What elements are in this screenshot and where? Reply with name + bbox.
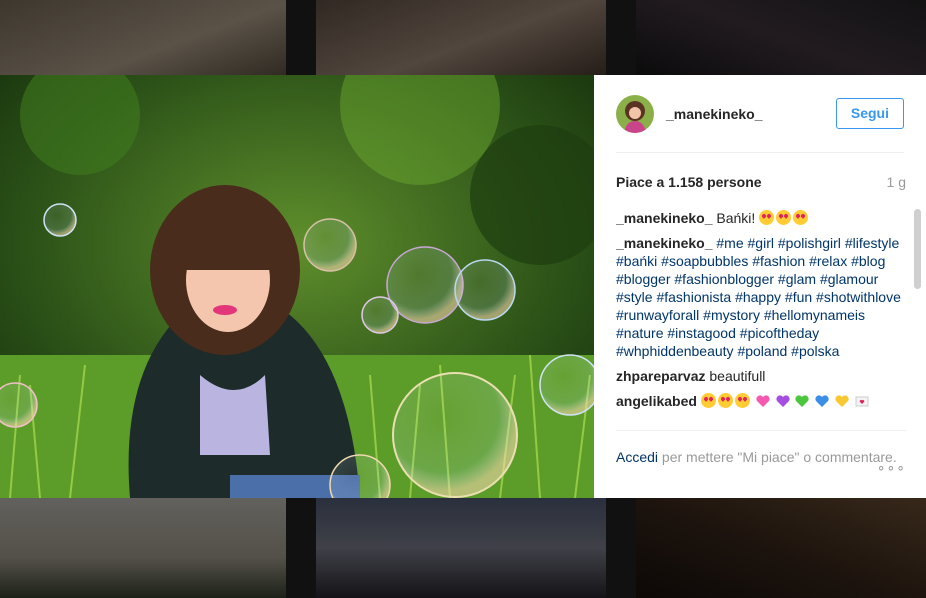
hashtag-link[interactable]: #mystory — [703, 307, 760, 323]
hashtag-link[interactable]: #instagood — [667, 325, 736, 341]
hashtag-link[interactable]: #poland — [737, 343, 787, 359]
comment: zhpareparvaz beautifull — [616, 367, 902, 385]
post-photo-image — [0, 75, 594, 498]
yellow-heart-icon — [835, 395, 849, 407]
hashtag-link[interactable]: #girl — [748, 235, 774, 251]
hashtag-link[interactable]: #glam — [778, 271, 816, 287]
post-time[interactable]: 1 g — [887, 174, 906, 190]
hashtag-link[interactable]: #whphiddenbeauty — [616, 343, 734, 359]
comment-username[interactable]: angelikabed — [616, 393, 697, 409]
comment: _manekineko_ #me #girl #polishgirl #life… — [616, 234, 902, 360]
hashtag-link[interactable]: #fashion — [752, 253, 805, 269]
hashtag-link[interactable]: #polska — [791, 343, 839, 359]
purple-heart-icon — [775, 395, 790, 407]
hashtag-link[interactable]: #fashionista — [656, 289, 731, 305]
green-heart-icon — [795, 395, 810, 407]
post-sidebar: _manekineko_ Segui Piace a 1.158 persone… — [594, 75, 926, 498]
hashtag-link[interactable]: #fun — [785, 289, 812, 305]
hashtag-link[interactable]: #happy — [735, 289, 781, 305]
sparkle-heart-icon — [756, 395, 770, 407]
grid-photo-bottom-2[interactable] — [316, 498, 606, 598]
grid-photo-top-1[interactable] — [0, 0, 286, 75]
heart-eyes-emoji-icon — [759, 210, 775, 225]
hashtag-link[interactable]: #fashionblogger — [674, 271, 774, 287]
follow-button[interactable]: Segui — [835, 98, 904, 129]
heart-eyes-emoji-icon — [717, 393, 733, 408]
hashtag-link[interactable]: #nature — [616, 325, 663, 341]
avatar-image — [616, 94, 654, 133]
grid-photo-bottom-3[interactable] — [636, 498, 926, 598]
avatar[interactable] — [616, 94, 654, 133]
hashtag-link[interactable]: #runwayforall — [616, 307, 699, 323]
hashtag-link[interactable]: #relax — [809, 253, 847, 269]
comment-text: beautifull — [709, 368, 766, 384]
comment: angelikabed — [616, 392, 902, 410]
grid-photo-top-3[interactable] — [636, 0, 926, 75]
post-header: _manekineko_ Segui — [616, 75, 904, 153]
hashtag-link[interactable]: #picoftheday — [740, 325, 819, 341]
love-letter-icon — [855, 396, 869, 407]
hashtag-link[interactable]: #me — [716, 235, 743, 251]
hashtag-link[interactable]: #glamour — [820, 271, 878, 287]
hashtag-list: #me #girl #polishgirl #lifestyle #bańki … — [616, 235, 901, 359]
hashtag-link[interactable]: #shotwithlove — [816, 289, 901, 305]
grid-photo-top-2[interactable] — [316, 0, 606, 75]
hashtag-link[interactable]: #blog — [851, 253, 885, 269]
likes-row: Piace a 1.158 persone 1 g — [616, 174, 906, 190]
heart-eyes-emoji-icon — [700, 393, 716, 408]
comment-username[interactable]: _manekineko_ — [616, 210, 713, 226]
comments-scrollbar[interactable] — [914, 209, 921, 289]
hashtag-link[interactable]: #soapbubbles — [661, 253, 748, 269]
hashtag-link[interactable]: #lifestyle — [845, 235, 899, 251]
likes-count[interactable]: Piace a 1.158 persone — [616, 174, 762, 190]
comment-username[interactable]: zhpareparvaz — [616, 368, 705, 384]
more-options-icon[interactable]: ∘∘∘ — [877, 459, 906, 476]
hashtag-link[interactable]: #style — [616, 289, 653, 305]
comments-list[interactable]: _manekineko_ Bańki! _manekineko_ #me #gi… — [616, 209, 902, 431]
login-link[interactable]: Accedi — [616, 449, 658, 465]
comment-username[interactable]: _manekineko_ — [616, 235, 713, 251]
heart-eyes-emoji-icon — [734, 393, 750, 408]
hashtag-link[interactable]: #polishgirl — [778, 235, 841, 251]
hashtag-link[interactable]: #bańki — [616, 253, 657, 269]
post-modal: _manekineko_ Segui Piace a 1.158 persone… — [0, 75, 926, 498]
heart-eyes-emoji-icon — [793, 210, 809, 225]
login-prompt: per mettere "Mi piace" o commentare. — [661, 449, 897, 465]
comment-text: Bańki! — [716, 210, 756, 226]
login-footer: Accedi per mettere "Mi piace" o commenta… — [616, 430, 906, 466]
heart-eyes-emoji-icon — [776, 210, 792, 225]
comment: _manekineko_ Bańki! — [616, 209, 902, 227]
hashtag-link[interactable]: #hellomynameis — [764, 307, 865, 323]
username[interactable]: _manekineko_ — [666, 106, 836, 122]
hashtag-link[interactable]: #blogger — [616, 271, 671, 287]
post-photo[interactable] — [0, 75, 594, 498]
blue-heart-icon — [815, 395, 829, 407]
grid-photo-bottom-1[interactable] — [0, 498, 286, 598]
